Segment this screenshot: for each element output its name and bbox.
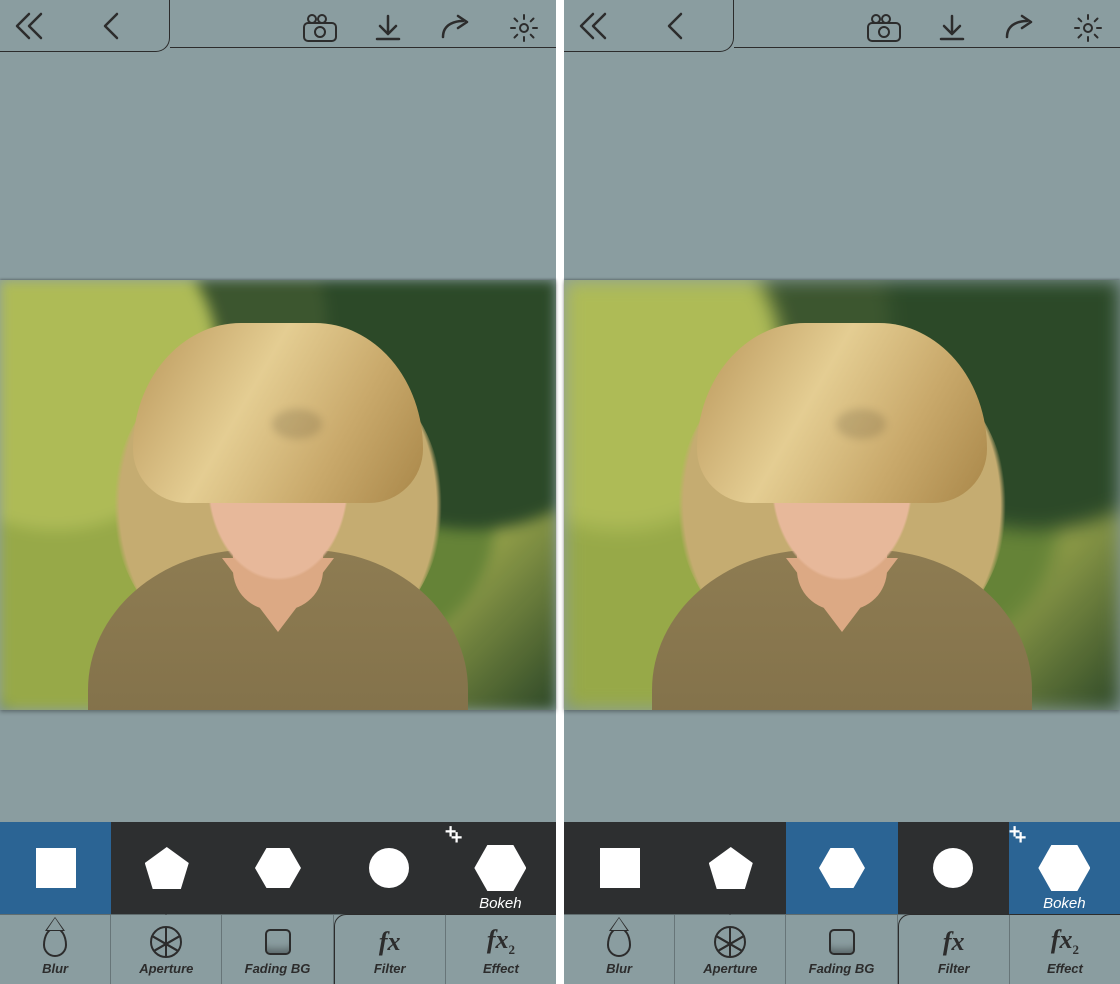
top-right-group [734, 4, 1120, 48]
top-left-group [0, 0, 170, 52]
shape-bokeh[interactable]: + Bokeh [445, 822, 556, 914]
double-chevron-left-icon[interactable] [576, 8, 612, 44]
shape-square[interactable] [0, 822, 111, 914]
active-pointer-icon [719, 901, 741, 915]
active-pointer-icon [155, 901, 177, 915]
shape-square[interactable] [564, 822, 675, 914]
camera-icon[interactable] [302, 10, 338, 46]
canvas-upper-padding [564, 52, 1120, 280]
tab-fading-bg[interactable]: Fading BG [222, 915, 333, 984]
double-chevron-left-icon[interactable] [12, 8, 48, 44]
fx2-icon: fx2 [1051, 927, 1079, 956]
tab-blur[interactable]: Blur [564, 915, 675, 984]
shape-hexagon[interactable] [786, 822, 897, 914]
bottom-tabs: Blur Aperture Fading BG fx Filter fx2 Ef… [564, 914, 1120, 984]
tab-label: Effect [483, 961, 519, 976]
share-icon[interactable] [1002, 10, 1038, 46]
tab-label: Filter [374, 961, 406, 976]
tab-aperture[interactable]: Aperture [111, 915, 222, 984]
fx-icon: fx [943, 929, 965, 955]
tab-blur[interactable]: Blur [0, 915, 111, 984]
tab-fading-bg[interactable]: Fading BG [786, 915, 897, 984]
tab-effect[interactable]: fx2 Effect [446, 914, 556, 984]
photo-canvas[interactable] [564, 280, 1120, 710]
tab-label: Filter [938, 961, 970, 976]
tab-label: Blur [42, 961, 68, 976]
aperture-icon [150, 926, 182, 958]
shape-circle[interactable] [898, 822, 1009, 914]
top-right-group [170, 4, 556, 48]
drop-icon [607, 927, 631, 957]
bokeh-label: Bokeh [1043, 895, 1086, 911]
top-bar [564, 0, 1120, 52]
canvas-lower-padding [0, 710, 556, 822]
drop-icon [43, 927, 67, 957]
canvas-lower-padding [564, 710, 1120, 822]
chevron-left-icon[interactable] [94, 8, 130, 44]
bokeh-plus-icon: + [451, 828, 463, 848]
bokeh-plus-icon: + [1015, 828, 1027, 848]
top-bar [0, 0, 556, 52]
fade-square-icon [829, 929, 855, 955]
tab-label: Aperture [703, 961, 757, 976]
screen-right: + Bokeh Blur Aperture Fading BG [564, 0, 1120, 984]
chevron-left-icon[interactable] [658, 8, 694, 44]
shape-hexagon[interactable] [222, 822, 333, 914]
tab-label: Aperture [139, 961, 193, 976]
tab-label: Fading BG [809, 961, 875, 976]
aperture-shape-strip: + Bokeh [0, 822, 556, 914]
tab-label: Fading BG [245, 961, 311, 976]
gear-icon[interactable] [506, 10, 542, 46]
camera-icon[interactable] [866, 10, 902, 46]
tab-label: Effect [1047, 961, 1083, 976]
bottom-tabs: Blur Aperture Fading BG fx Filter fx2 Ef… [0, 914, 556, 984]
tab-filter[interactable]: fx Filter [898, 914, 1010, 984]
tab-aperture[interactable]: Aperture [675, 915, 786, 984]
fade-square-icon [265, 929, 291, 955]
shape-circle[interactable] [334, 822, 445, 914]
aperture-shape-strip: + Bokeh [564, 822, 1120, 914]
aperture-icon [714, 926, 746, 958]
download-icon[interactable] [934, 10, 970, 46]
shape-bokeh[interactable]: + Bokeh [1009, 822, 1120, 914]
top-left-group [564, 0, 734, 52]
tab-filter[interactable]: fx Filter [334, 914, 446, 984]
gear-icon[interactable] [1070, 10, 1106, 46]
photo-canvas[interactable] [0, 280, 556, 710]
bokeh-label: Bokeh [479, 895, 522, 911]
share-icon[interactable] [438, 10, 474, 46]
screen-left: + Bokeh Blur Aperture Fading BG [0, 0, 556, 984]
download-icon[interactable] [370, 10, 406, 46]
tab-effect[interactable]: fx2 Effect [1010, 914, 1120, 984]
fx-icon: fx [379, 929, 401, 955]
tab-label: Blur [606, 961, 632, 976]
fx2-icon: fx2 [487, 927, 515, 956]
canvas-upper-padding [0, 52, 556, 280]
